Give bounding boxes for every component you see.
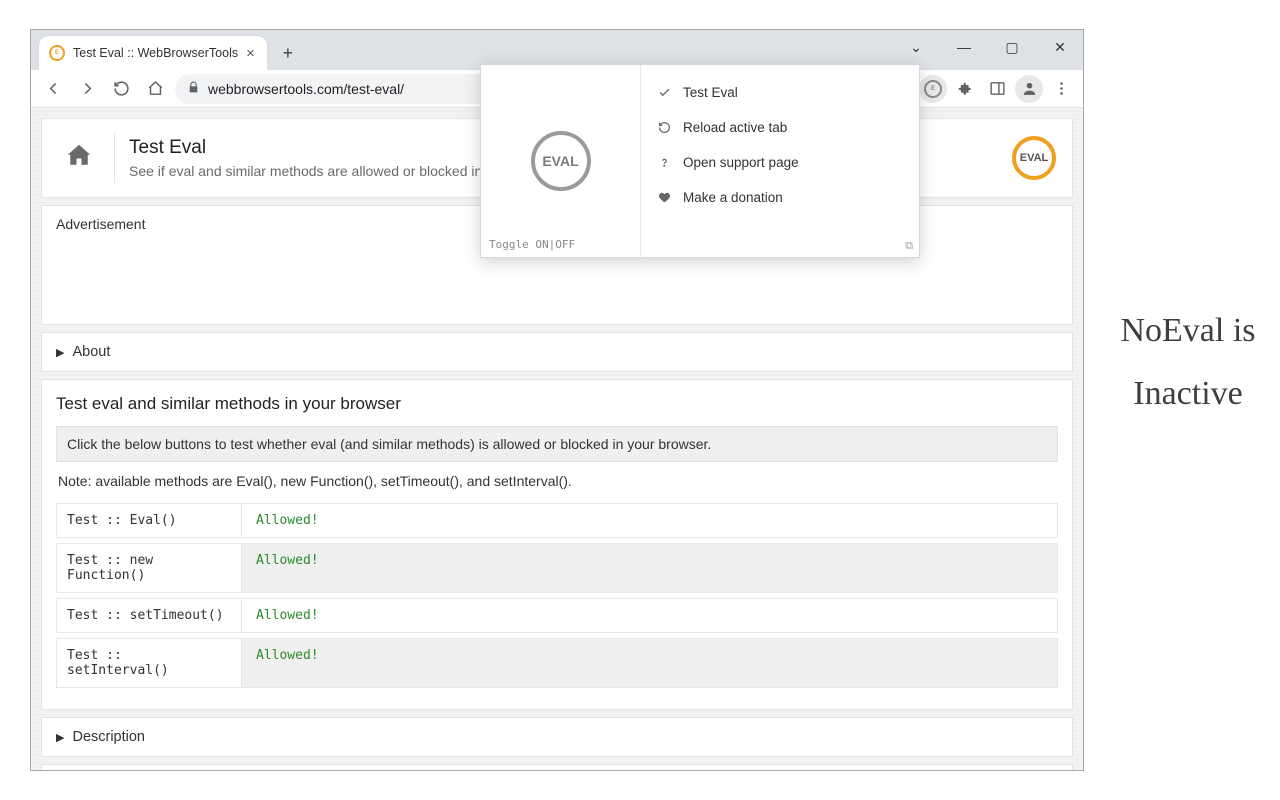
popup-item-label: Reload active tab [683,120,787,135]
about-expander[interactable]: ▶ About [41,332,1073,372]
test-button[interactable]: Test :: new Function() [57,544,242,592]
heart-icon [657,191,671,204]
popup-left-panel[interactable]: EVAL Toggle ON|OFF [481,65,641,257]
chrome-menu-icon[interactable] [1047,75,1075,103]
extensions-puzzle-icon[interactable] [951,75,979,103]
popup-item-make-a-donation[interactable]: Make a donation [641,180,919,215]
eval-extension-icon[interactable]: E [919,75,947,103]
test-result: Allowed! [242,544,1057,592]
profile-avatar-icon[interactable] [1015,75,1043,103]
popup-item-open-support-page[interactable]: Open support page [641,145,919,180]
advertisement-label: Advertisement [56,216,145,232]
description-expander[interactable]: ▶ Description [41,717,1073,757]
popup-item-label: Test Eval [683,85,738,100]
home-icon[interactable] [58,141,100,176]
methods-note: Note: available methods are Eval(), new … [56,462,1058,503]
caret-right-icon: ▶ [56,346,64,359]
popup-menu: Test Eval Reload active tab Open support p… [641,65,919,257]
minimize-button[interactable]: — [943,32,985,62]
about-label: About [72,344,110,360]
comments-expander[interactable]: ▶ Comments and feedback [41,764,1073,770]
home-button[interactable] [141,75,169,103]
test-result: Allowed! [242,639,1057,687]
tab-close-icon[interactable]: × [246,45,255,62]
eval-logo: EVAL [1012,136,1056,180]
test-row: Test :: Eval()Allowed! [56,503,1058,538]
test-result: Allowed! [242,599,1057,632]
header-divider [114,133,115,183]
lock-icon [187,81,200,97]
maximize-button[interactable]: ▢ [991,32,1033,62]
test-row: Test :: new Function()Allowed! [56,543,1058,593]
main-section: Test eval and similar methods in your br… [41,379,1073,710]
popup-item-test-eval[interactable]: Test Eval [641,75,919,110]
main-heading: Test eval and similar methods in your br… [56,394,1058,414]
toggle-label: Toggle ON|OFF [489,238,575,251]
popup-item-label: Open support page [683,155,799,170]
help-icon [657,156,671,169]
window-controls: ⌄ — ▢ ✕ [895,32,1081,62]
popup-item-label: Make a donation [683,190,783,205]
test-button[interactable]: Test :: setTimeout() [57,599,242,632]
annotation-caption: NoEval is Inactive [1108,300,1268,426]
tab-title: Test Eval :: WebBrowserTools [73,46,238,60]
check-icon [657,86,671,99]
test-button[interactable]: Test :: Eval() [57,504,242,537]
test-row: Test :: setInterval()Allowed! [56,638,1058,688]
instruction-banner: Click the below buttons to test whether … [56,426,1058,462]
description-label: Description [72,729,145,745]
popup-resize-icon: ⧉ [905,240,913,253]
reload-button[interactable] [107,75,135,103]
sidepanel-icon[interactable] [983,75,1011,103]
close-window-button[interactable]: ✕ [1039,32,1081,62]
browser-tab[interactable]: E Test Eval :: WebBrowserTools × [39,36,267,70]
caret-right-icon: ▶ [56,731,64,744]
popup-item-reload-active-tab[interactable]: Reload active tab [641,110,919,145]
popup-eval-icon: EVAL [531,131,591,191]
forward-button[interactable] [73,75,101,103]
eval-badge-icon: EVAL [1012,136,1056,180]
test-button[interactable]: Test :: setInterval() [57,639,242,687]
tab-favicon-eval-icon: E [49,45,65,61]
tests-list: Test :: Eval()Allowed!Test :: new Functi… [56,503,1058,688]
back-button[interactable] [39,75,67,103]
reload-icon [657,121,671,134]
test-result: Allowed! [242,504,1057,537]
url-text: webbrowsertools.com/test-eval/ [208,81,404,97]
window-caret-icon[interactable]: ⌄ [895,32,937,62]
new-tab-button[interactable]: + [273,38,303,68]
extension-popup: EVAL Toggle ON|OFF Test Eval Reload activ… [480,64,920,258]
test-row: Test :: setTimeout()Allowed! [56,598,1058,633]
